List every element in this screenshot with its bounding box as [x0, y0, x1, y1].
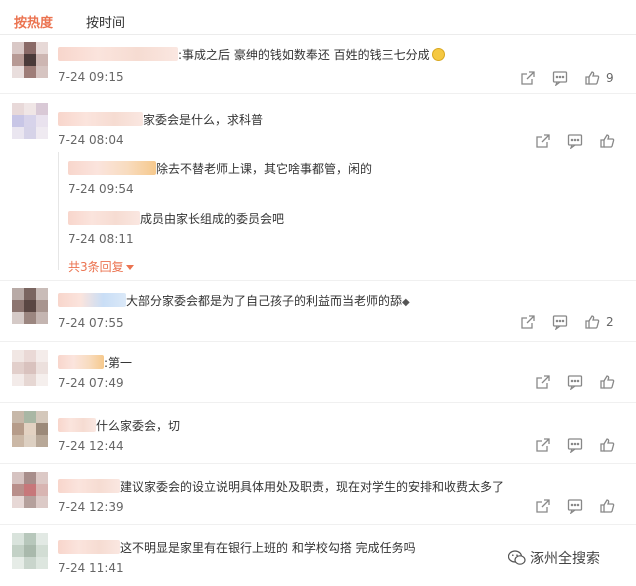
reply-time: 7-24 08:11 — [68, 232, 134, 246]
blurred-username[interactable] — [58, 418, 96, 432]
comment-icon[interactable] — [567, 374, 585, 392]
blurred-username[interactable] — [58, 355, 104, 369]
avatar[interactable] — [12, 103, 48, 139]
divider — [0, 280, 636, 281]
reply-text: 除去不替老师上课，其它啥事都管，闲的 — [68, 160, 372, 177]
reply-time: 7-24 09:54 — [68, 182, 134, 196]
tab-by-hotness[interactable]: 按热度 — [14, 12, 53, 31]
divider — [0, 402, 636, 403]
share-icon[interactable] — [535, 498, 553, 516]
like-icon[interactable] — [599, 374, 617, 392]
comment-time: 7-24 12:39 — [58, 500, 124, 514]
reply-text: 成员由家长组成的委员会吧 — [68, 210, 284, 227]
avatar[interactable] — [12, 533, 48, 569]
divider — [0, 341, 636, 342]
blurred-username[interactable] — [68, 211, 140, 225]
comment-text: 这不明显是家里有在银行上班的 和学校勾搭 完成任务吗 — [58, 539, 416, 556]
share-icon[interactable] — [520, 314, 538, 332]
blurred-username[interactable] — [58, 47, 178, 61]
reply-indent-bar — [58, 152, 59, 270]
comment-icon[interactable] — [552, 314, 570, 332]
comment-icon[interactable] — [567, 133, 585, 151]
tab-by-time[interactable]: 按时间 — [86, 12, 125, 31]
avatar[interactable] — [12, 411, 48, 447]
comment-time: 7-24 12:44 — [58, 439, 124, 453]
blurred-username[interactable] — [58, 479, 120, 493]
divider — [0, 34, 636, 35]
comment-icon[interactable] — [567, 498, 585, 516]
avatar[interactable] — [12, 472, 48, 508]
avatar[interactable] — [12, 350, 48, 386]
like-icon[interactable] — [599, 498, 617, 516]
divider — [0, 463, 636, 464]
divider — [0, 524, 636, 525]
comment-text: 大部分家委会都是为了自己孩子的利益而当老师的舔◆ — [58, 292, 410, 309]
comment-text: :事成之后 豪绅的钱如数奉还 百姓的钱三七分成 — [58, 46, 445, 63]
like-icon[interactable] — [599, 133, 617, 151]
reply-list: 除去不替老师上课，其它啥事都管，闲的 7-24 09:54 成员由家长组成的委员… — [58, 152, 624, 274]
watermark: 涿州全搜索 — [507, 548, 600, 570]
share-icon[interactable] — [535, 133, 553, 151]
share-icon[interactable] — [535, 437, 553, 455]
chevron-down-icon — [125, 265, 134, 270]
blurred-username[interactable] — [58, 540, 120, 554]
comment-text: 建议家委会的设立说明具体用处及职责，现在对学生的安排和收费太多了 — [58, 478, 504, 495]
blurred-username[interactable] — [68, 161, 156, 175]
blurred-username[interactable] — [58, 112, 143, 126]
comment-text: 家委会是什么，求科普 — [58, 111, 263, 128]
like-count: 9 — [606, 71, 614, 85]
avatar[interactable] — [12, 288, 48, 324]
gem-icon: ◆ — [402, 297, 410, 308]
comment-text: 什么家委会，切 — [58, 417, 180, 434]
comment-time: 7-24 09:15 — [58, 70, 124, 84]
like-count: 2 — [606, 315, 614, 329]
wechat-icon — [507, 550, 526, 570]
laughing-face-icon — [431, 48, 445, 61]
comment-time: 7-24 08:04 — [58, 133, 124, 147]
share-icon[interactable] — [535, 374, 553, 392]
show-more-replies-link[interactable]: 共3条回复 — [68, 258, 134, 275]
like-icon[interactable] — [584, 70, 602, 88]
comment-text: :第一 — [58, 354, 132, 371]
like-icon[interactable] — [599, 437, 617, 455]
comment-time: 7-24 07:55 — [58, 316, 124, 330]
comment-icon[interactable] — [567, 437, 585, 455]
like-icon[interactable] — [584, 314, 602, 332]
avatar[interactable] — [12, 42, 48, 78]
comment-time: 7-24 07:49 — [58, 376, 124, 390]
divider — [0, 93, 636, 94]
share-icon[interactable] — [520, 70, 538, 88]
blurred-username[interactable] — [58, 293, 126, 307]
comment-time: 7-24 11:41 — [58, 561, 124, 575]
comment-icon[interactable] — [552, 70, 570, 88]
